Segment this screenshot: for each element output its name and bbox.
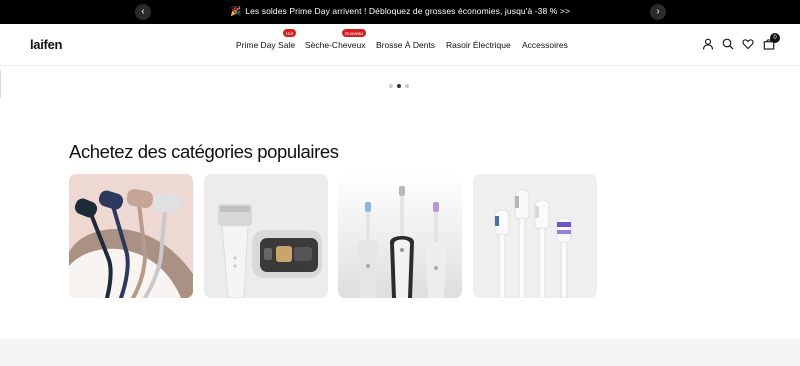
- nav-item-accessoires[interactable]: Accessoires: [522, 40, 568, 50]
- account-icon[interactable]: [702, 38, 714, 50]
- nav-item-label: Rasoir Électrique: [446, 40, 511, 50]
- new-badge: Nouveau: [342, 29, 367, 37]
- category-card-electric-shaver[interactable]: [204, 174, 328, 298]
- announcement-text: Les soldes Prime Day arrivent ! Débloque…: [245, 6, 571, 16]
- category-card-brush-heads[interactable]: [473, 174, 597, 298]
- nav-item-seche-cheveux[interactable]: Sèche-Cheveux Nouveau: [305, 29, 367, 50]
- carousel-dot-active[interactable]: [397, 84, 401, 88]
- hot-badge: Hot: [283, 29, 297, 37]
- nav-item-label: Accessoires: [522, 40, 568, 50]
- search-icon[interactable]: [722, 38, 734, 50]
- category-card-electric-toothbrushes[interactable]: [338, 174, 462, 298]
- announcement-link[interactable]: 🎉 Les soldes Prime Day arrivent ! Débloqu…: [0, 6, 800, 17]
- heart-icon[interactable]: [742, 38, 754, 50]
- carousel-dot[interactable]: [405, 84, 409, 88]
- cart-count-badge: 0: [770, 33, 780, 43]
- nav-item-label: Prime Day Sale: [236, 40, 296, 50]
- category-card-hair-dryers[interactable]: [69, 174, 193, 298]
- nav-item-brosse-a-dents[interactable]: Brosse À Dents: [376, 40, 435, 50]
- logo[interactable]: laifen: [30, 37, 62, 52]
- hair-dryers-image: [69, 174, 193, 298]
- site-header: laifen Prime Day Sale Hot Sèche-Cheveux …: [0, 24, 800, 66]
- nav-item-label: Sèche-Cheveux: [305, 40, 366, 50]
- carousel-dot[interactable]: [389, 84, 393, 88]
- electric-toothbrushes-image: [338, 174, 462, 298]
- party-icon: 🎉: [229, 6, 242, 16]
- nav-item-rasoir-electrique[interactable]: Rasoir Électrique: [446, 40, 511, 50]
- next-section-band: [0, 339, 800, 366]
- nav-item-label: Brosse À Dents: [376, 40, 436, 50]
- brush-heads-image: [473, 174, 597, 298]
- side-divider: [0, 70, 1, 98]
- electric-shaver-image: [204, 174, 328, 298]
- announcement-bar: ‹ 🎉 Les soldes Prime Day arrivent ! Déblo…: [0, 0, 800, 24]
- section-title: Achetez des catégories populaires: [69, 141, 339, 162]
- nav-item-prime-day-sale[interactable]: Prime Day Sale Hot: [236, 29, 297, 50]
- next-announcement-button[interactable]: ›: [650, 4, 666, 20]
